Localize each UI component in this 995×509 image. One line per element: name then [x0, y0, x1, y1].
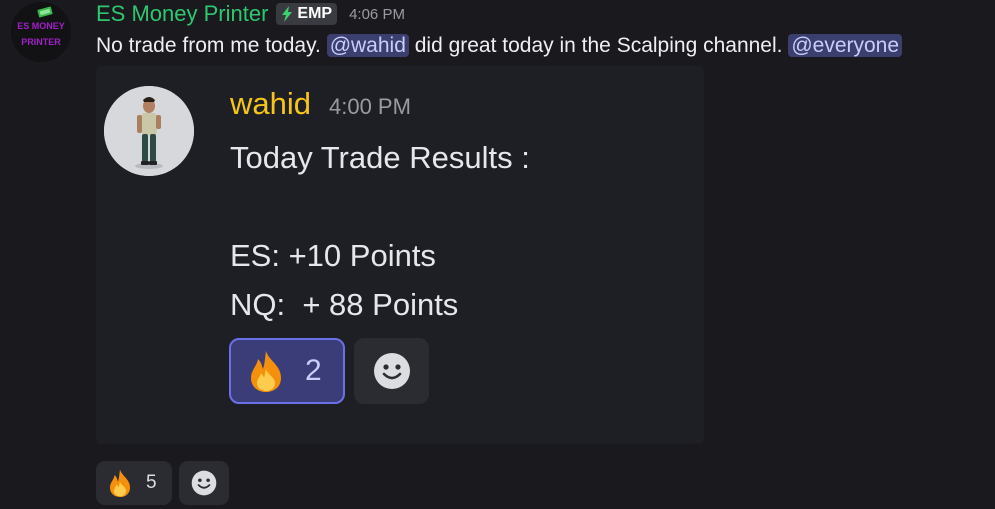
server-tag[interactable]: EMP — [276, 3, 338, 25]
embedded-screenshot[interactable]: wahid 4:00 PM Today Trade Results : ES: … — [96, 66, 704, 444]
embed-author-avatar — [104, 86, 194, 176]
author-username[interactable]: ES Money Printer — [96, 1, 268, 27]
user-mention[interactable]: @wahid — [326, 34, 409, 57]
embed-line: ES: +10 Points — [230, 238, 436, 273]
chat-message: ES MONEY PRINTER ES Money Printer EMP 4:… — [0, 0, 995, 509]
message-header: ES Money Printer EMP 4:06 PM — [96, 0, 405, 28]
embed-line: NQ: + 88 Points — [230, 287, 459, 322]
money-printer-logo: ES MONEY PRINTER — [11, 2, 71, 62]
embed-message-body: Today Trade Results : ES: +10 Points NQ: … — [230, 133, 530, 329]
message-text: did great today in the Scalping channel. — [408, 34, 789, 57]
logo-line-2: PRINTER — [21, 37, 61, 47]
embed-reaction-fire: 2 — [229, 338, 345, 404]
fire-emoji-icon — [110, 469, 130, 497]
server-tag-label: EMP — [297, 5, 333, 22]
message-timestamp[interactable]: 4:06 PM — [349, 6, 405, 23]
embed-add-reaction — [354, 338, 429, 404]
embed-line: Today Trade Results : — [230, 140, 530, 175]
reaction-fire[interactable]: 5 — [96, 461, 172, 505]
person-avatar-icon — [104, 86, 194, 176]
author-avatar[interactable]: ES MONEY PRINTER — [11, 2, 71, 62]
reaction-count: 5 — [146, 472, 157, 493]
embed-header: wahid 4:00 PM — [230, 86, 411, 122]
embed-timestamp: 4:00 PM — [329, 94, 411, 119]
lightning-icon — [282, 6, 293, 22]
embed-reaction-count: 2 — [305, 354, 322, 387]
fire-emoji-icon — [251, 351, 281, 392]
embed-line — [230, 182, 530, 231]
smiley-icon — [191, 470, 217, 496]
everyone-mention[interactable]: @everyone — [788, 34, 903, 57]
message-text: No trade from me today. — [96, 34, 327, 57]
message-content: No trade from me today. @wahid did great… — [96, 31, 903, 61]
smiley-icon — [373, 353, 410, 389]
embed-author-username: wahid — [230, 86, 311, 121]
add-reaction-button[interactable] — [179, 461, 229, 505]
logo-line-1: ES MONEY — [17, 21, 65, 31]
